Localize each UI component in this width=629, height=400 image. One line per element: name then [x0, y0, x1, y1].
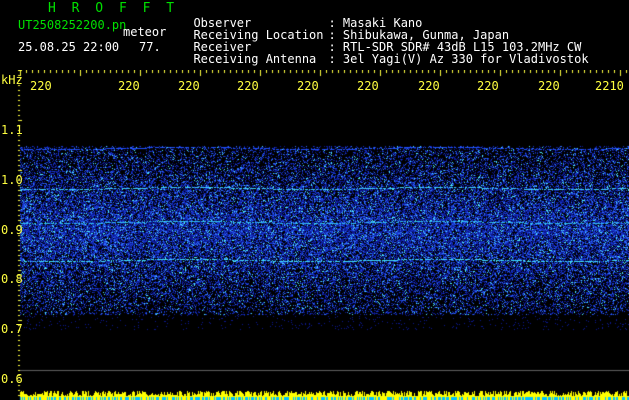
x-tick-label: 220 [418, 79, 440, 93]
x-tick-label: 220 [477, 79, 499, 93]
info-antenna: Receiving Antenna : 3el Yagi(V) Az 330 fo… [179, 41, 589, 66]
mode-label: meteor [123, 25, 167, 39]
station-title: H R O F F T [48, 1, 179, 16]
echo-count: 77. [139, 40, 161, 54]
x-tick-label: 220 [297, 79, 319, 93]
x-tick-label: 220 [357, 79, 379, 93]
y-tick-label: 0.7 [1, 322, 23, 336]
info-value: : 3el Yagi(V) Az 330 for Vladivostok [328, 52, 589, 66]
date-time: 25.08.25 22:00 [18, 40, 120, 54]
x-tick-label: 220 [118, 79, 140, 93]
y-tick-label: 0.8 [1, 272, 23, 286]
y-tick-label: 1.0 [1, 173, 23, 187]
file-name: UT2508252200.pn [18, 18, 127, 32]
spectrogram-canvas [0, 70, 629, 400]
y-unit-label: kHz [1, 73, 23, 87]
x-tick-label: 2210 [595, 79, 624, 93]
y-tick-label: 0.9 [1, 223, 23, 237]
x-tick-label: 220 [178, 79, 200, 93]
x-tick-label: 220 [30, 79, 52, 93]
y-tick-label: 1.1 [1, 123, 23, 137]
x-tick-label: 220 [538, 79, 560, 93]
y-tick-label: 0.6 [1, 372, 23, 386]
x-tick-label: 220 [237, 79, 259, 93]
info-label: Receiving Antenna [193, 52, 317, 66]
